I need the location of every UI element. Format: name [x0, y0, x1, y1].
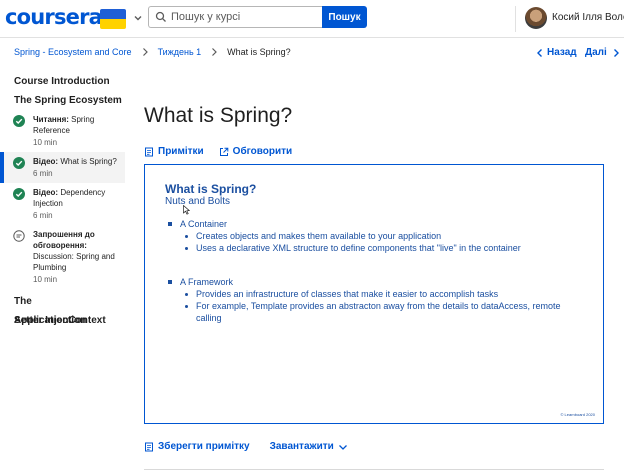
check-circle-icon — [13, 157, 25, 169]
chevron-down-icon — [338, 444, 347, 450]
course-sidebar: Course Introduction The Spring Ecosystem… — [0, 72, 125, 330]
tab-discuss[interactable]: Обговорити — [219, 146, 293, 157]
tab-notes[interactable]: Примітки — [144, 146, 204, 157]
discussion-icon — [13, 230, 25, 242]
item-type: Читання: — [33, 115, 69, 124]
item-title: Discussion: Spring and Plumbing — [33, 252, 115, 272]
content-tabs: Примітки Обговорити — [144, 146, 307, 157]
divider — [144, 469, 604, 470]
username[interactable]: Косий Ілля Воло... — [552, 12, 624, 23]
slide-subbullet: Creates objects and makes them available… — [165, 230, 521, 242]
breadcrumb-current: What is Spring? — [227, 47, 291, 57]
slide-copyright: © Learnboard 2020 — [560, 412, 595, 417]
tab-discuss-label: Обговорити — [232, 146, 293, 157]
item-type: Відео: — [33, 157, 59, 166]
slide-subbullet: Uses a declarative XML structure to defi… — [165, 242, 521, 254]
save-note-label: Зберегти примітку — [158, 441, 250, 452]
chevron-right-icon — [613, 48, 619, 57]
item-title: What is Spring? — [60, 157, 117, 166]
download-dropdown[interactable]: Завантажити — [270, 441, 348, 452]
chevron-down-icon[interactable] — [132, 12, 144, 24]
chevron-left-icon — [537, 48, 542, 57]
check-circle-icon — [13, 115, 25, 127]
slide-bullet: A Container — [165, 218, 521, 230]
breadcrumb-week[interactable]: Тиждень 1 — [158, 47, 202, 57]
item-duration: 6 min — [33, 169, 53, 178]
video-slide[interactable]: What is Spring? Nuts and Bolts A Contain… — [144, 164, 604, 424]
page-title: What is Spring? — [144, 104, 293, 127]
breadcrumb: Spring - Ecosystem and Core Тиждень 1 Wh… — [14, 47, 291, 57]
slide-bullet-group: A Container Creates objects and makes th… — [165, 218, 521, 254]
notes-icon — [145, 442, 153, 451]
slide-subtitle: Nuts and Bolts — [165, 196, 231, 207]
search-button[interactable]: Пошук — [322, 6, 367, 28]
chevron-right-icon — [142, 48, 148, 56]
item-duration: 10 min — [33, 138, 58, 147]
tab-notes-label: Примітки — [158, 146, 204, 157]
search-icon — [155, 11, 166, 22]
slide-bullet: A Framework — [165, 276, 595, 288]
item-type: Відео: — [33, 188, 59, 197]
top-header: coursera Пошук Косий Ілля Воло... — [0, 0, 624, 38]
header-divider — [515, 6, 516, 32]
next-button[interactable]: Далі — [585, 47, 621, 58]
slide-subbullet: Provides an infrastructure of classes th… — [165, 288, 595, 300]
next-label: Далі — [585, 47, 607, 58]
search-box — [148, 6, 322, 28]
slide-bullet-group: A Framework Provides an infrastructure o… — [165, 276, 595, 324]
external-link-icon — [219, 147, 228, 156]
sidebar-item-dependency-injection[interactable]: Відео: Dependency Injection 6 min — [0, 183, 125, 225]
back-button[interactable]: Назад — [535, 47, 577, 58]
item-type: Запрошення до обговорення: — [33, 230, 95, 250]
back-label: Назад — [547, 47, 577, 58]
sidebar-item-spring-reference[interactable]: Читання: Spring Reference 10 min — [0, 110, 125, 152]
item-duration: 10 min — [33, 275, 58, 284]
check-circle-icon — [13, 188, 25, 200]
breadcrumb-course[interactable]: Spring - Ecosystem and Core — [14, 47, 132, 57]
search-input[interactable] — [171, 11, 311, 23]
notes-icon — [145, 147, 153, 156]
chevron-right-icon — [212, 48, 217, 56]
slide-subbullet: For example, Template provides an abstra… — [165, 300, 595, 324]
item-duration: 6 min — [33, 211, 53, 220]
ukraine-flag-icon[interactable] — [100, 9, 126, 29]
video-actions: Зберегти примітку Завантажити — [144, 441, 368, 452]
sidebar-section-setter-injection[interactable]: Setter Injection — [0, 311, 125, 330]
download-label: Завантажити — [269, 441, 334, 452]
sidebar-section-course-introduction[interactable]: Course Introduction — [0, 72, 125, 91]
sidebar-item-discussion[interactable]: Запрошення до обговорення: Discussion: S… — [0, 225, 125, 289]
slide-title: What is Spring? — [165, 182, 257, 196]
save-note-button[interactable]: Зберегти примітку — [144, 441, 250, 452]
sidebar-section-spring-ecosystem[interactable]: The Spring Ecosystem — [0, 91, 125, 110]
sidebar-item-what-is-spring[interactable]: Відео: What is Spring? 6 min — [0, 152, 125, 183]
sidebar-section-application-context[interactable]: The ApplicationContext — [0, 292, 125, 326]
avatar[interactable] — [525, 7, 547, 29]
mouse-cursor-icon — [183, 205, 190, 215]
coursera-logo[interactable]: coursera — [5, 5, 103, 29]
